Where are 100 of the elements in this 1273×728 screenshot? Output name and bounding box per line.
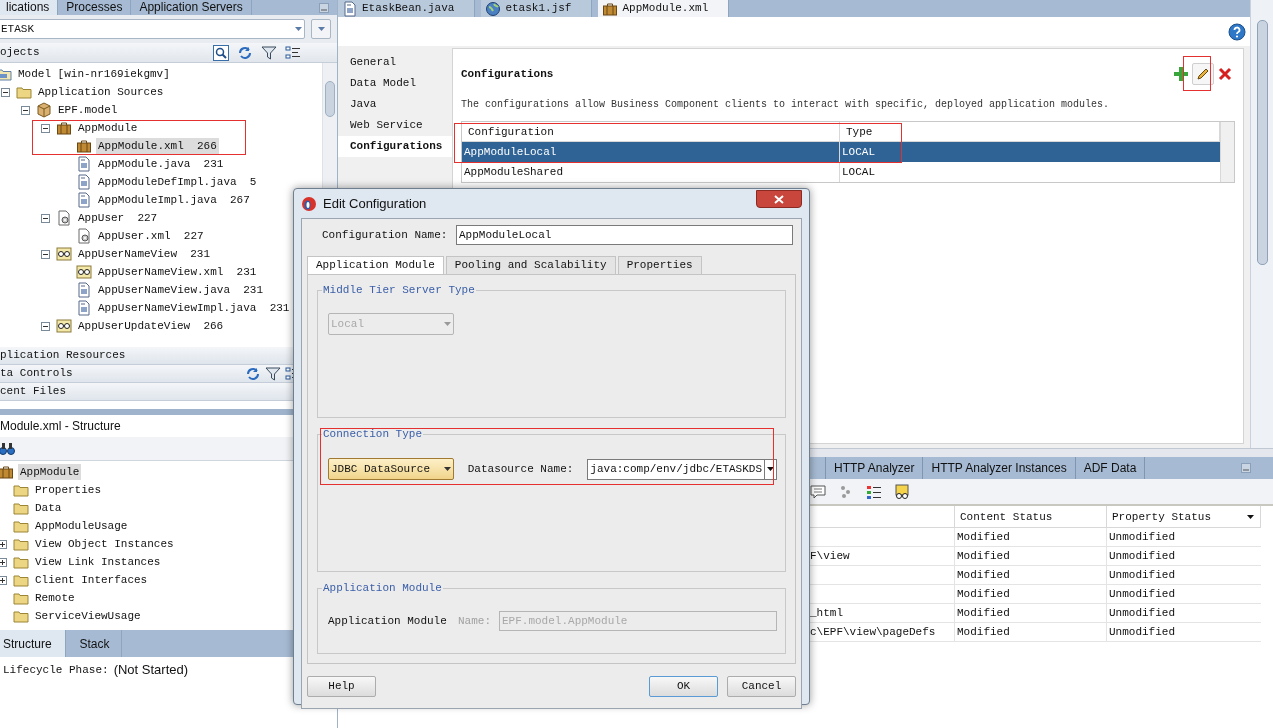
cube-icon xyxy=(36,102,52,118)
binoculars-icon[interactable] xyxy=(0,441,15,456)
editor-tab[interactable]: EtaskBean.java xyxy=(338,0,476,17)
tree-item[interactable]: Data xyxy=(33,500,64,516)
caret-icon xyxy=(317,27,325,31)
table-cell-text: F\view xyxy=(810,548,850,564)
refresh-icon[interactable] xyxy=(237,44,253,61)
tree-item[interactable]: EPF.model xyxy=(56,102,120,118)
expand-toggle[interactable] xyxy=(0,539,7,549)
nav-item[interactable]: Data Model xyxy=(338,73,452,94)
glasses-icon xyxy=(56,318,72,334)
collapse-toggle[interactable] xyxy=(40,249,50,259)
tab[interactable]: Application Module xyxy=(307,256,444,274)
table-cell-text: Unmodified xyxy=(1108,530,1176,545)
column-header[interactable]: Configuration xyxy=(462,122,840,141)
tree-item[interactable]: View Object Instances xyxy=(33,536,176,552)
column-header[interactable]: Content Status xyxy=(955,506,1107,527)
table-cell: Modified xyxy=(955,547,1107,565)
help-icon[interactable] xyxy=(1228,22,1246,41)
table-cell: AppModuleShared xyxy=(462,162,840,182)
table-cell-text: Unmodified xyxy=(1108,568,1176,583)
tree-item[interactable]: Application Sources xyxy=(36,84,166,100)
app-logo-icon xyxy=(301,195,317,212)
search-icon[interactable] xyxy=(213,44,229,61)
tree-item[interactable]: AppUserNameView.java 231 xyxy=(96,282,266,298)
briefcase-icon xyxy=(56,120,72,136)
glasses-icon[interactable] xyxy=(894,483,910,500)
folder-icon xyxy=(0,66,12,82)
filter-icon[interactable] xyxy=(261,44,277,61)
list-icon[interactable] xyxy=(285,44,301,61)
tree-item[interactable]: Model [win-nr169iekgmv] xyxy=(16,66,172,82)
refresh-icon[interactable] xyxy=(245,365,261,382)
tree-item[interactable]: AppModule xyxy=(76,120,140,136)
edit-button[interactable] xyxy=(1192,63,1214,85)
tree-item[interactable]: AppUserNameViewImpl.java 231 xyxy=(96,300,292,316)
expand-toggle[interactable] xyxy=(0,575,7,585)
folder-icon xyxy=(13,500,29,516)
tree-item[interactable]: AppModuleUsage xyxy=(33,518,130,534)
tree-item[interactable]: Properties xyxy=(33,482,103,498)
application-dropdown[interactable]: ETASK xyxy=(0,19,305,39)
tab[interactable]: Properties xyxy=(617,256,702,274)
tree-item[interactable]: AppUserNameView.xml 231 xyxy=(96,264,259,280)
filter-icon[interactable] xyxy=(265,365,281,382)
file-icon xyxy=(76,174,92,190)
combo-box[interactable]: java:comp/env/jdbc/ETASKDS xyxy=(587,458,777,480)
table-cell-text: LOCAL xyxy=(841,145,876,160)
tab[interactable]: Pooling and Scalability xyxy=(445,256,616,274)
folder-icon xyxy=(13,536,29,552)
tree-item[interactable]: Client Interfaces xyxy=(33,572,150,588)
dropdown[interactable]: JDBC DataSource xyxy=(328,458,454,480)
folder-icon xyxy=(13,482,29,498)
add-icon[interactable] xyxy=(1174,67,1188,81)
glasses-icon xyxy=(76,264,92,280)
collapse-toggle[interactable] xyxy=(0,87,10,97)
nav-item[interactable]: Configurations xyxy=(338,136,452,157)
tree-item[interactable]: View Link Instances xyxy=(33,554,163,570)
scrollbar[interactable] xyxy=(1220,122,1234,182)
tree-item[interactable]: AppUser.xml 227 xyxy=(96,228,206,244)
section-title: Configurations xyxy=(461,66,555,82)
section-header: ojects xyxy=(0,45,41,61)
tree-item[interactable]: AppUserNameView 231 xyxy=(76,246,213,262)
collapse-toggle[interactable] xyxy=(40,123,50,133)
close-button[interactable] xyxy=(756,190,802,208)
comment-icon[interactable] xyxy=(810,483,826,500)
collapse-toggle[interactable] xyxy=(40,213,50,223)
tree-item[interactable]: AppModule xyxy=(18,464,82,480)
tree-item[interactable]: Remote xyxy=(33,590,77,606)
collapse-toggle[interactable] xyxy=(20,105,30,115)
table-cell-text: Unmodified xyxy=(1108,587,1176,602)
dialog-button[interactable]: Help xyxy=(307,675,376,697)
table-cell: Modified xyxy=(955,585,1107,603)
table-cell: Modified xyxy=(955,528,1107,546)
panel-tab[interactable]: lications xyxy=(0,0,59,15)
editor-tab[interactable]: etask1.jsf xyxy=(481,0,593,17)
tree-item[interactable]: AppModule.xml 266 xyxy=(96,138,219,154)
tree-item[interactable]: ServiceViewUsage xyxy=(33,608,143,624)
tree-item[interactable]: AppUserUpdateView 266 xyxy=(76,318,226,334)
expand-toggle[interactable] xyxy=(0,557,7,567)
caret-icon xyxy=(443,467,451,471)
dialog-button[interactable]: OK xyxy=(649,675,718,697)
tree-item[interactable]: AppUser 227 xyxy=(76,210,160,226)
nav-item[interactable]: Web Service xyxy=(338,115,452,136)
tree-item[interactable]: AppModule.java 231 xyxy=(96,156,226,172)
column-header[interactable]: Property Status xyxy=(1107,506,1261,527)
list-icon[interactable] xyxy=(866,483,882,500)
file-icon xyxy=(76,156,92,172)
nav-item[interactable]: General xyxy=(338,52,452,73)
panel-tab[interactable]: Structure xyxy=(0,630,66,657)
field-label: Datasource Name: xyxy=(467,461,574,477)
menu-button[interactable] xyxy=(311,19,331,39)
editor-tab[interactable]: AppModule.xml xyxy=(598,0,730,17)
collapse-toggle[interactable] xyxy=(40,321,50,331)
table-row[interactable]: AppModuleLocal LOCAL xyxy=(462,142,1220,162)
folder-icon xyxy=(13,554,29,570)
tree-item[interactable]: AppModuleDefImpl.java 5 xyxy=(96,174,259,190)
dialog-button[interactable]: Cancel xyxy=(727,675,796,697)
nav-item[interactable]: Java xyxy=(338,94,452,115)
tree-item[interactable]: AppModuleImpl.java 267 xyxy=(96,192,252,208)
input-field[interactable]: AppModuleLocal xyxy=(456,225,793,245)
delete-icon[interactable] xyxy=(1218,67,1232,81)
